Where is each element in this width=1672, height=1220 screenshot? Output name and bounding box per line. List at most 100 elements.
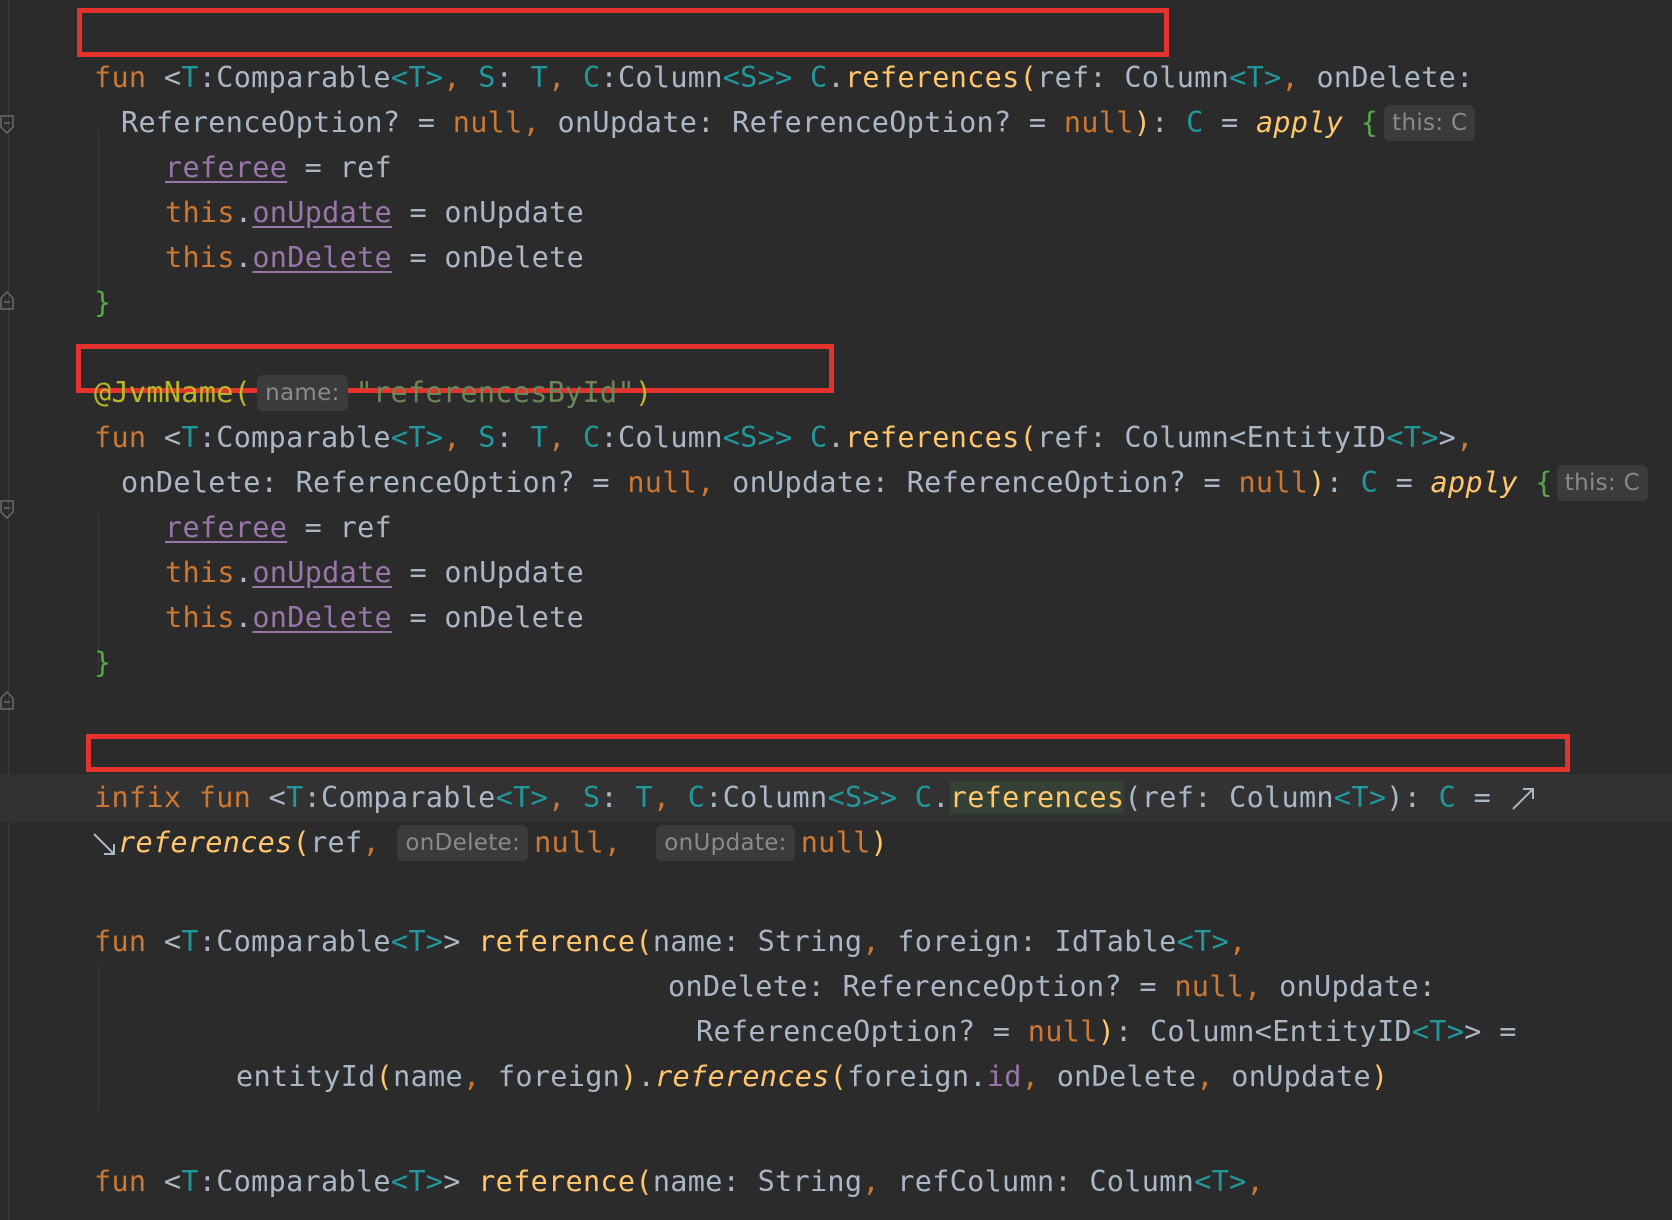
type-param: S: [844, 781, 863, 814]
code-line[interactable]: fun <T:Comparable<T>, S: T, C:Column<S>>…: [94, 414, 1474, 462]
code-line[interactable]: ReferenceOption? = null, onUpdate: Refer…: [121, 99, 1476, 147]
type-param: T: [513, 781, 531, 814]
property[interactable]: id: [987, 1060, 1022, 1093]
fold-icon[interactable]: [0, 500, 14, 520]
type-param: T: [181, 925, 199, 958]
identifier: onUpdate: [444, 556, 585, 589]
function-call[interactable]: references: [118, 826, 293, 859]
code-line[interactable]: }: [94, 279, 111, 327]
code-line[interactable]: onDelete: ReferenceOption? = null, onUpd…: [121, 459, 1648, 507]
inlay-hint: this: C: [1556, 465, 1648, 501]
keyword: null: [1174, 970, 1245, 1003]
annotation: @JvmName: [94, 376, 234, 409]
type-param: T: [1211, 1165, 1230, 1198]
keyword: fun: [94, 1165, 147, 1198]
code-line[interactable]: this.onUpdate = onUpdate: [165, 549, 584, 597]
fold-end-icon[interactable]: [0, 690, 14, 710]
identifier: ref: [339, 511, 392, 544]
string-literal: "referencesById": [355, 376, 635, 409]
identifier: name: [393, 1060, 463, 1093]
identifier: onDelete: [1056, 1060, 1197, 1093]
keyword: null: [627, 466, 698, 499]
code-line[interactable]: this.onDelete = onDelete: [165, 234, 584, 282]
type-name: Comparable: [216, 61, 391, 94]
property[interactable]: onUpdate: [252, 196, 392, 229]
type-name: ReferenceOption: [842, 970, 1105, 1003]
identifier: onDelete: [444, 601, 585, 634]
type-param: T: [1403, 421, 1422, 454]
code-line[interactable]: fun <T:Comparable<T>, S: T, C:Column<S>>…: [94, 54, 1474, 102]
function-name[interactable]: references: [949, 781, 1125, 814]
identifier: foreign: [497, 1060, 621, 1093]
type-name: Column: [1124, 421, 1230, 454]
inlay-hint: this: C: [1384, 105, 1476, 141]
keyword: null: [534, 826, 604, 859]
function-call[interactable]: apply: [1256, 106, 1343, 139]
type-param: C: [1360, 466, 1379, 499]
type-param: C: [1186, 106, 1204, 139]
function-name[interactable]: references: [845, 61, 1020, 94]
type-name: Column: [617, 421, 723, 454]
type-param: C: [1438, 781, 1457, 814]
type-param: T: [1246, 61, 1265, 94]
type-param: S: [582, 781, 601, 814]
param: name: [652, 1165, 723, 1198]
keyword: this: [165, 601, 235, 634]
param: refColumn: [897, 1165, 1055, 1198]
property[interactable]: onDelete: [252, 601, 392, 634]
code-line[interactable]: referee = ref: [165, 504, 392, 552]
keyword: null: [1027, 1015, 1098, 1048]
function-name[interactable]: references: [845, 421, 1020, 454]
type-name: Column: [1124, 61, 1230, 94]
code-line[interactable]: this.onDelete = onDelete: [165, 594, 584, 642]
type-param: T: [530, 421, 549, 454]
code-editor[interactable]: fun <T:Comparable<T>, S: T, C:Column<S>>…: [0, 0, 1672, 1220]
fold-end-icon[interactable]: [0, 290, 14, 310]
type-param: T: [1351, 781, 1369, 814]
code-line[interactable]: }: [94, 639, 111, 687]
code-line[interactable]: references(ref, onDelete: null, onUpdate:…: [90, 819, 888, 867]
highlight-box: [86, 734, 1570, 772]
identifier: onUpdate: [444, 196, 585, 229]
type-param: T: [1429, 1015, 1447, 1048]
code-line[interactable]: onDelete: ReferenceOption? = null, onUpd…: [668, 963, 1436, 1011]
function-call[interactable]: apply: [1431, 466, 1518, 499]
code-line[interactable]: ReferenceOption? = null): Column<EntityI…: [696, 1008, 1517, 1056]
type-name: ReferenceOption: [121, 106, 383, 139]
function-name[interactable]: reference: [478, 925, 635, 958]
type-param: T: [181, 1165, 199, 1198]
code-line[interactable]: infix fun <T:Comparable<T>, S: T, C:Colu…: [94, 774, 1539, 822]
type-param: C: [810, 421, 828, 454]
identifier: foreign: [847, 1060, 970, 1093]
code-line[interactable]: fun <T:Comparable<T>> reference(name: St…: [94, 918, 1247, 966]
inlay-hint: name:: [257, 375, 348, 411]
param: onDelete: [1316, 61, 1457, 94]
type-param: C: [583, 61, 601, 94]
fold-icon[interactable]: [0, 115, 14, 135]
property[interactable]: referee: [165, 151, 287, 184]
keyword: this: [165, 196, 235, 229]
property[interactable]: onDelete: [252, 241, 392, 274]
type-param: T: [635, 781, 653, 814]
function-name[interactable]: reference: [478, 1165, 635, 1198]
type-param: T: [530, 61, 549, 94]
keyword: fun: [94, 61, 147, 94]
code-line[interactable]: referee = ref: [165, 144, 392, 192]
code-line[interactable]: fun <T:Comparable<T>> reference(name: St…: [94, 1158, 1264, 1206]
property[interactable]: onUpdate: [252, 556, 392, 589]
property[interactable]: referee: [165, 511, 287, 544]
type-name: String: [757, 925, 863, 958]
type-param: S: [478, 421, 496, 454]
type-name: Column: [1089, 1165, 1195, 1198]
identifier: ref: [339, 151, 392, 184]
type-name: IdTable: [1054, 925, 1177, 958]
function-call[interactable]: entityId: [236, 1060, 376, 1093]
code-line[interactable]: entityId(name, foreign).references(forei…: [236, 1053, 1388, 1101]
type-name: Column: [722, 781, 828, 814]
type-param: T: [181, 421, 199, 454]
param: onUpdate: [732, 466, 872, 499]
function-call[interactable]: references: [655, 1060, 830, 1093]
code-line[interactable]: this.onUpdate = onUpdate: [165, 189, 584, 237]
type-param: T: [286, 781, 304, 814]
code-line[interactable]: @JvmName(name: "referencesById"): [94, 369, 652, 417]
